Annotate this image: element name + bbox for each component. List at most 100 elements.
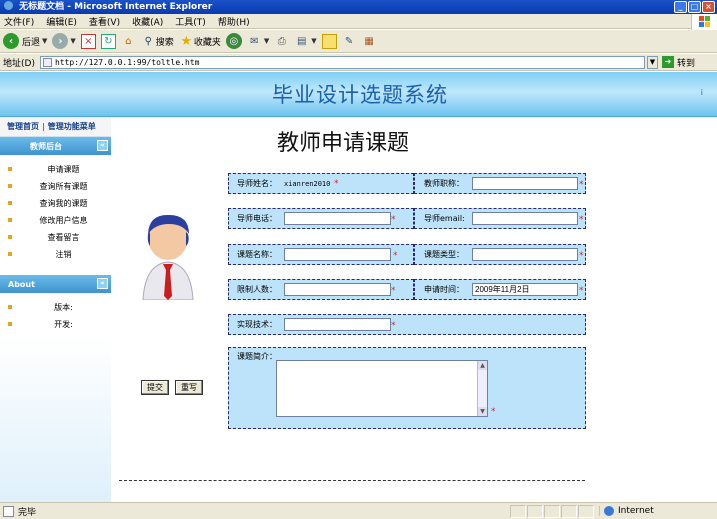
window-title: 无标题文档 - Microsoft Internet Explorer xyxy=(19,2,213,12)
forward-button[interactable]: › ▼ xyxy=(52,33,76,49)
sidebar-item-label: 注销 xyxy=(55,250,72,259)
textarea-scrollbar[interactable]: ▲ ▼ xyxy=(477,361,487,416)
favorites-star-icon: ★ xyxy=(180,33,193,49)
messenger-button[interactable]: ✎ xyxy=(342,34,357,49)
address-input[interactable]: http://127.0.0.1:99/toltle.htm xyxy=(39,55,645,69)
edit-dropdown-icon[interactable]: ▼ xyxy=(311,37,316,45)
apply-time-field[interactable] xyxy=(472,283,578,296)
favorites-button[interactable]: ★ 收藏夹 xyxy=(179,33,220,49)
tech-row: 实现技术： * xyxy=(228,314,586,335)
home-icon: ⌂ xyxy=(125,35,132,47)
topic-type-row: 课题类型： * xyxy=(414,244,586,265)
status-bar: 完毕 Internet xyxy=(0,502,717,519)
research-button[interactable]: ▦ xyxy=(362,34,377,49)
maximize-button[interactable]: □ xyxy=(688,1,701,13)
teacher-name-label: 导师姓名： xyxy=(237,179,277,188)
limit-label: 限制人数： xyxy=(237,285,277,294)
intro-textarea[interactable]: ▲ ▼ xyxy=(276,360,488,417)
about-item-label: 版本: xyxy=(54,303,73,312)
menu-help[interactable]: 帮助(H) xyxy=(218,15,250,28)
minimize-button[interactable]: _ xyxy=(674,1,687,13)
mail-button[interactable]: ✉ ▼ xyxy=(247,34,269,49)
required-mark: * xyxy=(393,251,398,261)
scroll-up-icon[interactable]: ▲ xyxy=(478,361,487,370)
status-text: 完毕 xyxy=(18,507,37,518)
scroll-down-icon[interactable]: ▼ xyxy=(478,407,487,416)
edit-icon: ▤ xyxy=(296,35,307,47)
stop-button[interactable]: × xyxy=(80,33,96,49)
limit-row: 限制人数： * xyxy=(228,279,414,300)
main-panel: 教师申请课题 导师姓名： xianren2010 * 教师职称： * 导师电话：… xyxy=(111,117,717,502)
submit-button[interactable]: 提交 xyxy=(141,380,169,395)
menu-file[interactable]: 文件(F) xyxy=(4,15,34,28)
intro-row: 课题简介： ▲ ▼ * xyxy=(228,347,586,429)
email-field[interactable] xyxy=(472,212,578,225)
go-button[interactable]: ➜ 转到 xyxy=(661,56,695,69)
about-item-label: 开发: xyxy=(54,320,73,329)
tech-field[interactable] xyxy=(284,318,391,331)
email-label: 导师email: xyxy=(424,214,465,223)
status-pane xyxy=(510,504,526,518)
back-label: 后退 xyxy=(22,37,41,48)
limit-field[interactable] xyxy=(284,283,391,296)
sidebar-item-all-topics[interactable]: 查询所有课题 xyxy=(0,178,111,195)
teacher-title-field[interactable] xyxy=(472,177,578,190)
collapse-icon[interactable]: « xyxy=(97,278,108,289)
menu-favorites[interactable]: 收藏(A) xyxy=(132,15,163,28)
required-mark: * xyxy=(579,215,584,225)
go-arrow-icon: ➜ xyxy=(661,56,674,68)
sidebar-item-messages[interactable]: 查看留言 xyxy=(0,229,111,246)
admin-menu-link[interactable]: 管理功能菜单 xyxy=(48,121,96,132)
collapse-icon[interactable]: « xyxy=(97,140,108,151)
home-button[interactable]: ⌂ xyxy=(121,34,136,49)
search-button[interactable]: ⚲ 搜索 xyxy=(141,34,174,49)
address-dropdown-icon[interactable]: ▼ xyxy=(646,55,658,69)
topic-name-field[interactable] xyxy=(284,248,391,261)
topic-type-field[interactable] xyxy=(472,248,578,261)
sidebar-item-edit-user[interactable]: 修改用户信息 xyxy=(0,212,111,229)
apply-time-label: 申请时间： xyxy=(424,285,464,294)
required-mark: * xyxy=(491,407,496,417)
messenger-icon: ✎ xyxy=(344,35,354,47)
status-pane xyxy=(527,504,543,518)
sidebar-section-about[interactable]: About « xyxy=(0,275,111,293)
sidebar-item-label: 查询所有课题 xyxy=(39,182,88,191)
status-pane xyxy=(578,504,594,518)
sidebar-item-logout[interactable]: 注销 xyxy=(0,246,111,263)
print-icon: ⎙ xyxy=(277,35,286,47)
sidebar-section-teacher[interactable]: 教师后台 « xyxy=(0,137,111,155)
discuss-button[interactable] xyxy=(321,33,337,49)
sidebar-item-label: 修改用户信息 xyxy=(39,216,88,225)
print-button[interactable]: ⎙ xyxy=(274,34,289,49)
refresh-button[interactable]: ↻ xyxy=(100,33,116,49)
sidebar-item-my-topics[interactable]: 查询我的课题 xyxy=(0,195,111,212)
back-dropdown-icon[interactable]: ▼ xyxy=(42,37,47,45)
intro-label: 课题简介： xyxy=(237,351,277,361)
back-button[interactable]: ‹ 后退 ▼ xyxy=(3,33,47,49)
reset-button[interactable]: 重写 xyxy=(175,380,203,395)
required-mark: * xyxy=(579,286,584,296)
menu-edit[interactable]: 编辑(E) xyxy=(46,15,77,28)
menu-tools[interactable]: 工具(T) xyxy=(175,15,206,28)
phone-label: 导师电话： xyxy=(237,214,277,223)
menu-view[interactable]: 查看(V) xyxy=(89,15,120,28)
phone-row: 导师电话： * xyxy=(228,208,414,229)
phone-field[interactable] xyxy=(284,212,391,225)
admin-home-link[interactable]: 管理首页 xyxy=(7,121,39,132)
site-title: 毕业设计选题系统 xyxy=(272,83,448,107)
sidebar-top-links: 管理首页 | 管理功能菜单 xyxy=(0,117,111,137)
close-button[interactable]: × xyxy=(702,1,715,13)
ie-logo-icon xyxy=(4,1,13,10)
required-mark: * xyxy=(391,215,396,225)
media-icon: ◎ xyxy=(225,33,242,49)
media-button[interactable]: ◎ xyxy=(225,33,242,49)
edit-button[interactable]: ▤ ▼ xyxy=(294,34,317,49)
windows-logo-icon xyxy=(691,14,717,30)
sidebar-item-apply-topic[interactable]: 申请课题 xyxy=(0,161,111,178)
menu-bar: 文件(F) 编辑(E) 查看(V) 收藏(A) 工具(T) 帮助(H) xyxy=(0,14,717,29)
mail-icon: ✉ xyxy=(250,35,259,47)
mail-dropdown-icon[interactable]: ▼ xyxy=(264,37,269,45)
topic-type-label: 课题类型： xyxy=(424,250,464,259)
sidebar-item-label: 查询我的课题 xyxy=(39,199,88,208)
forward-dropdown-icon[interactable]: ▼ xyxy=(70,37,75,45)
